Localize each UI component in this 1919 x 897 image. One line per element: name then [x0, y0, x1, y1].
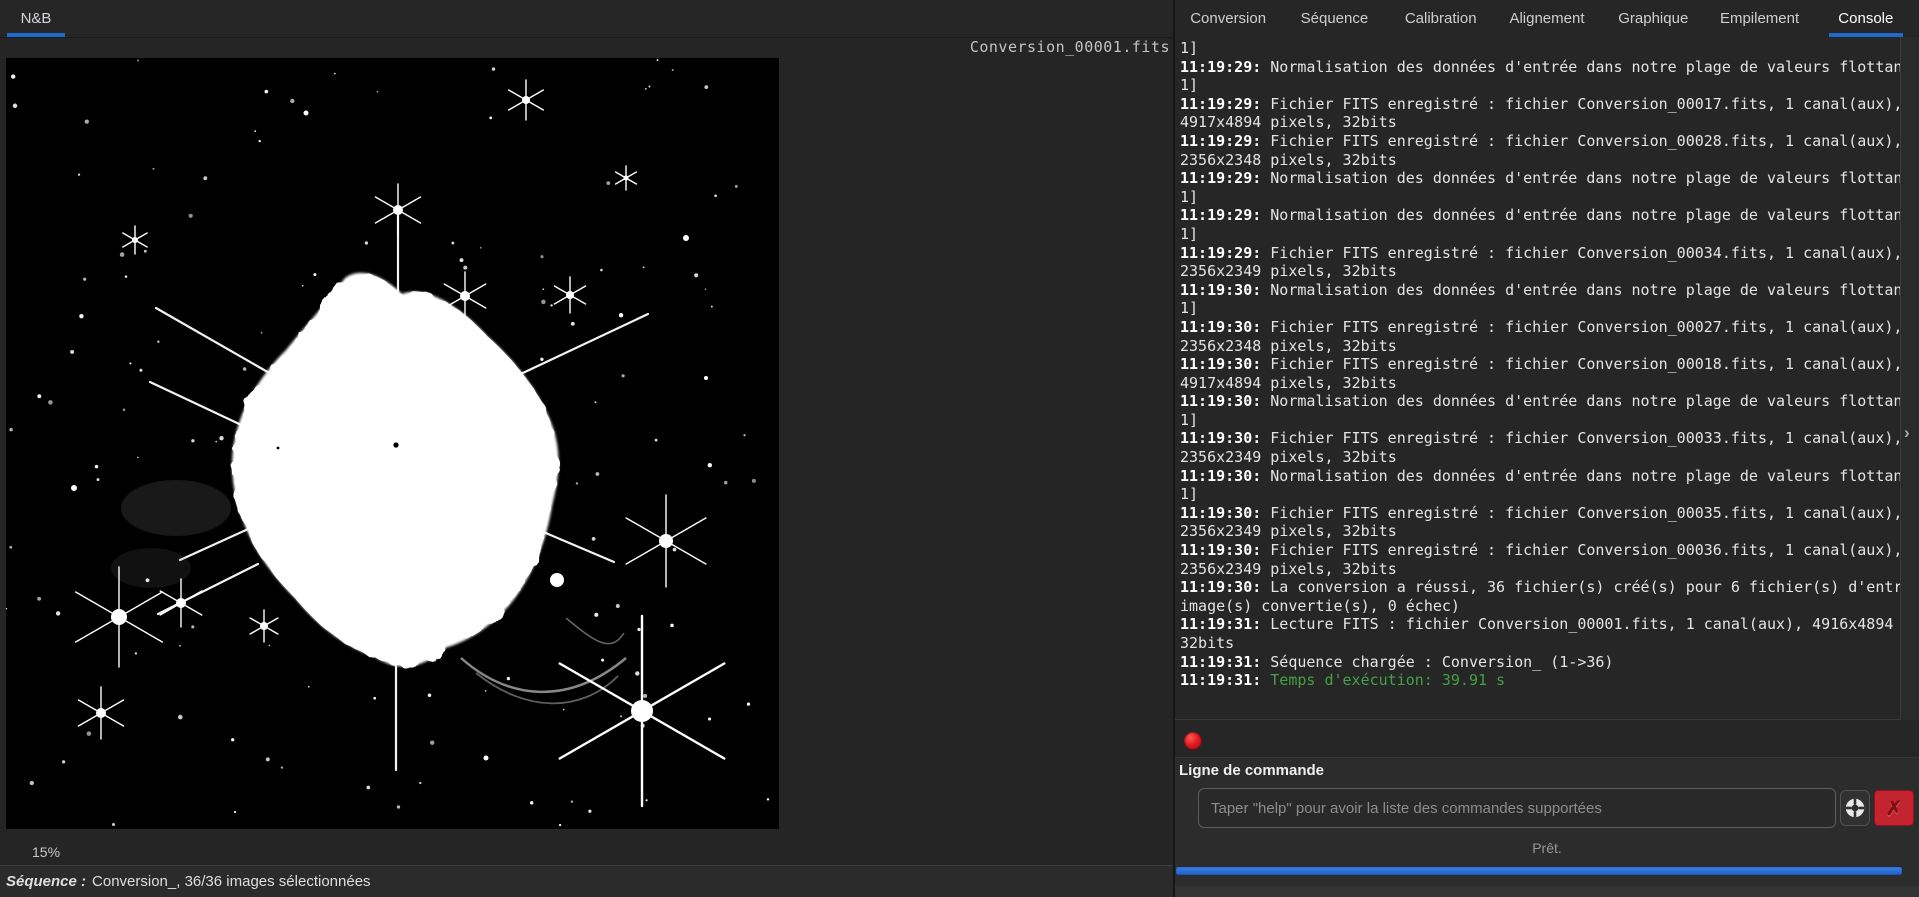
console-line: 11:19:29: Normalisation des données d'ent…	[1180, 57, 1900, 76]
console-line: 1]	[1180, 410, 1199, 429]
progress-bar-fill	[1176, 867, 1902, 875]
active-tab-underline	[7, 33, 65, 37]
ready-status-text: Prêt.	[1532, 840, 1562, 856]
tab-label: Empilement	[1719, 10, 1800, 27]
sequence-status-text: Conversion_, 36/36 images sélectionnées	[92, 873, 371, 890]
console-line: 11:19:30: La conversion a réussi, 36 fich…	[1180, 578, 1900, 597]
tab-label: Conversion	[1190, 10, 1267, 27]
console-line: 11:19:30: Normalisation des données d'ent…	[1180, 392, 1900, 411]
console-line: 1]	[1180, 485, 1199, 504]
fits-image[interactable]	[5, 58, 779, 829]
tab-calibration[interactable]: Calibration	[1388, 0, 1494, 37]
console-line: 11:19:31: Temps d'exécution: 39.91 s	[1180, 671, 1506, 690]
tab-graphique[interactable]: Graphique	[1600, 0, 1706, 37]
console-line: 11:19:29: Normalisation des données d'ent…	[1180, 206, 1900, 225]
console-line: 1]	[1180, 39, 1199, 57]
tab-séquence[interactable]: Séquence	[1281, 0, 1387, 37]
console-line: 2356x2348 pixels, 32bits	[1180, 150, 1397, 169]
console-line: 4917x4894 pixels, 32bits	[1180, 373, 1397, 392]
tab-label: Console	[1838, 10, 1894, 27]
panel-expander-strip[interactable]: ›	[1900, 37, 1919, 720]
image-viewport[interactable]: Conversion_00001.fits 15%	[0, 38, 1173, 865]
console-line: 11:19:31: Séquence chargée : Conversion_ …	[1180, 652, 1614, 671]
clear-command-button[interactable]: ✗	[1874, 790, 1914, 826]
console-log-view[interactable]: 1] 11:19:29: Normalisation des données d'e…	[1175, 37, 1900, 720]
tab-alignement[interactable]: Alignement	[1494, 0, 1600, 37]
tab-nb-label: N&B	[20, 10, 52, 27]
console-line: 11:19:30: Fichier FITS enregistré : fichi…	[1180, 541, 1900, 560]
current-image-filename: Conversion_00001.fits	[969, 38, 1170, 56]
console-line: 2356x2349 pixels, 32bits	[1180, 522, 1397, 541]
console-line: 2356x2349 pixels, 32bits	[1180, 559, 1397, 578]
chevron-right-icon[interactable]: ›	[1904, 423, 1910, 443]
tab-nb[interactable]: N&B	[7, 0, 65, 37]
console-log-lines: 1] 11:19:29: Normalisation des données d'e…	[1175, 37, 1900, 690]
processing-status-led-icon	[1184, 732, 1202, 750]
console-line: 11:19:31: Lecture FITS : fichier Conversi…	[1180, 615, 1900, 634]
command-input[interactable]	[1198, 788, 1836, 828]
tab-label: Calibration	[1404, 10, 1477, 27]
image-panel-tabbar: N&B	[0, 0, 1173, 38]
tab-label: Graphique	[1618, 10, 1689, 27]
lifebuoy-icon	[1845, 798, 1865, 818]
tab-conversion[interactable]: Conversion	[1175, 0, 1281, 37]
console-line: 2356x2348 pixels, 32bits	[1180, 336, 1397, 355]
tools-panel: Conversion Séquence Calibration Alignement G…	[1173, 0, 1919, 897]
console-line: 1]	[1180, 224, 1199, 243]
console-line: 11:19:30: Normalisation des données d'ent…	[1180, 280, 1900, 299]
tab-label: Alignement	[1509, 10, 1585, 27]
console-line: 11:19:30: Normalisation des données d'ent…	[1180, 466, 1900, 485]
tab-console[interactable]: Console	[1813, 0, 1919, 37]
console-line: 2356x2349 pixels, 32bits	[1180, 448, 1397, 467]
console-line: 11:19:30: Fichier FITS enregistré : fichi…	[1180, 317, 1900, 336]
bottom-strip	[1175, 886, 1919, 897]
console-line: 11:19:29: Fichier FITS enregistré : fichi…	[1180, 243, 1900, 262]
progress-bar	[1176, 867, 1902, 875]
zoom-level-indicator: 15%	[32, 844, 61, 860]
tab-label: Séquence	[1300, 10, 1369, 27]
console-line: 11:19:30: Fichier FITS enregistré : fichi…	[1180, 503, 1900, 522]
console-line: 1]	[1180, 76, 1199, 95]
console-line: 11:19:29: Fichier FITS enregistré : fichi…	[1180, 94, 1900, 113]
sequence-statusbar: Séquence : Conversion_, 36/36 images sél…	[0, 865, 1173, 897]
console-line: 32bits	[1180, 634, 1235, 652]
console-line: 11:19:30: Fichier FITS enregistré : fichi…	[1180, 355, 1900, 374]
command-line-section-label: Ligne de commande	[1179, 762, 1325, 779]
console-line: 4917x4894 pixels, 32bits	[1180, 113, 1397, 132]
console-line: 1]	[1180, 299, 1199, 318]
image-panel: N&B Conversion_00001.fits 15% Séquence :…	[0, 0, 1173, 897]
console-line: 1]	[1180, 187, 1199, 206]
sequence-status-prefix: Séquence :	[6, 873, 87, 890]
command-help-button[interactable]	[1840, 790, 1870, 826]
console-line: 11:19:29: Fichier FITS enregistré : fichi…	[1180, 131, 1900, 150]
console-line: 11:19:29: Normalisation des données d'ent…	[1180, 169, 1900, 188]
console-line: 11:19:30: Fichier FITS enregistré : fichi…	[1180, 429, 1900, 448]
console-line: image(s) convertie(s), 0 échec)	[1180, 596, 1460, 615]
tools-tabbar: Conversion Séquence Calibration Alignement G…	[1175, 0, 1919, 38]
clear-x-icon: ✗	[1885, 797, 1903, 820]
tab-empilement[interactable]: Empilement	[1706, 0, 1812, 37]
console-line: 2356x2349 pixels, 32bits	[1180, 262, 1397, 281]
